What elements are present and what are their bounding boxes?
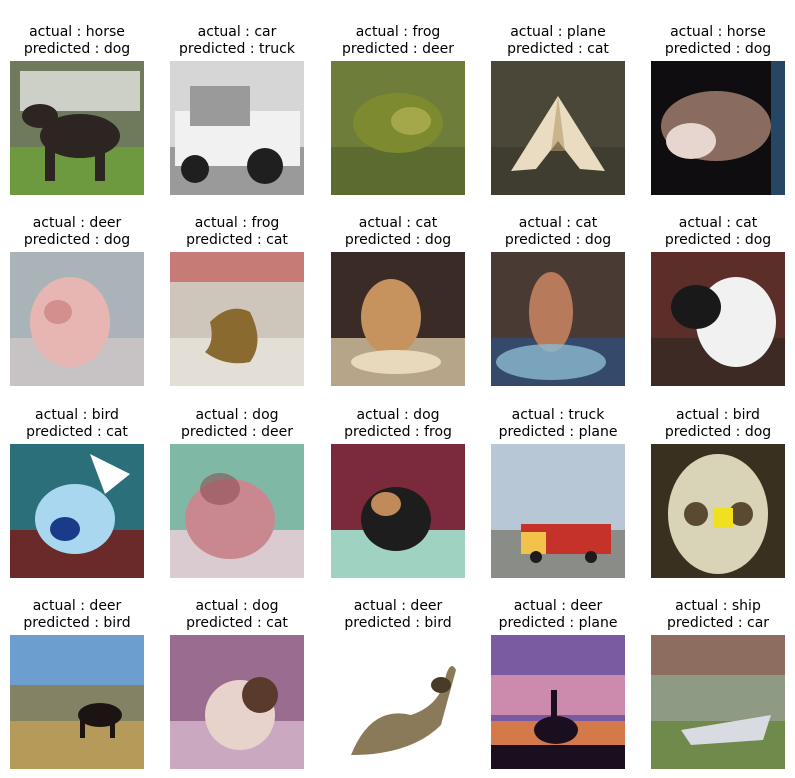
image-thumbnail xyxy=(170,444,304,578)
cell-title: actual : horse predicted : dog xyxy=(611,24,795,57)
image-thumbnail-graphic xyxy=(170,444,304,578)
predicted-label: predicted : dog xyxy=(664,40,772,57)
cell-title: actual : cat predicted : dog xyxy=(611,215,795,248)
image-thumbnail-graphic xyxy=(10,444,144,578)
predicted-label: predicted : car xyxy=(666,614,770,631)
cell-title: actual : bird predicted : dog xyxy=(611,407,795,440)
image-thumbnail xyxy=(651,61,785,195)
image-thumbnail xyxy=(170,61,304,195)
thumbnail-subject xyxy=(361,487,431,551)
image-thumbnail-graphic xyxy=(491,252,625,386)
image-thumbnail xyxy=(651,635,785,769)
image-thumbnail xyxy=(651,444,785,578)
image-thumbnail-graphic xyxy=(331,444,465,578)
actual-label: actual : bird xyxy=(676,407,760,423)
prediction-grid: actual : horse predicted : dog actual : ca… xyxy=(0,0,795,778)
image-thumbnail-graphic xyxy=(10,252,144,386)
image-thumbnail xyxy=(491,635,625,769)
image-thumbnail-graphic xyxy=(651,61,785,195)
image-thumbnail xyxy=(491,252,625,386)
image-thumbnail-graphic xyxy=(170,61,304,195)
image-thumbnail-graphic xyxy=(651,252,785,386)
image-thumbnail-graphic xyxy=(10,61,144,195)
image-thumbnail xyxy=(170,635,304,769)
actual-label: actual : cat xyxy=(678,215,758,231)
image-thumbnail xyxy=(10,61,144,195)
image-thumbnail-graphic xyxy=(331,252,465,386)
image-thumbnail xyxy=(491,61,625,195)
image-thumbnail xyxy=(170,252,304,386)
image-thumbnail xyxy=(651,252,785,386)
thumbnail-subject xyxy=(668,454,768,574)
image-thumbnail-graphic xyxy=(651,444,785,578)
image-thumbnail xyxy=(331,444,465,578)
image-thumbnail-graphic xyxy=(331,61,465,195)
actual-label: actual : horse xyxy=(670,24,766,40)
thumbnail-ground xyxy=(331,147,465,195)
thumbnail-ground xyxy=(491,147,625,195)
image-thumbnail xyxy=(10,444,144,578)
image-thumbnail xyxy=(331,252,465,386)
image-thumbnail-graphic xyxy=(10,635,144,769)
image-thumbnail xyxy=(10,252,144,386)
cell-title: actual : ship predicted : car xyxy=(611,598,795,631)
image-thumbnail-graphic xyxy=(331,635,465,769)
image-thumbnail xyxy=(331,635,465,769)
thumbnail-subject xyxy=(30,277,110,367)
image-thumbnail xyxy=(491,444,625,578)
image-thumbnail-graphic xyxy=(170,635,304,769)
image-thumbnail-graphic xyxy=(491,61,625,195)
predicted-label: predicted : dog xyxy=(664,423,772,440)
image-thumbnail xyxy=(331,61,465,195)
image-thumbnail-graphic xyxy=(651,635,785,769)
thumbnail-ground xyxy=(10,721,144,769)
image-thumbnail xyxy=(10,635,144,769)
image-thumbnail-graphic xyxy=(491,444,625,578)
image-thumbnail-graphic xyxy=(491,635,625,769)
actual-label: actual : ship xyxy=(675,598,761,614)
thumbnail-subject xyxy=(353,93,443,153)
predicted-label: predicted : dog xyxy=(664,231,772,248)
image-thumbnail-graphic xyxy=(170,252,304,386)
